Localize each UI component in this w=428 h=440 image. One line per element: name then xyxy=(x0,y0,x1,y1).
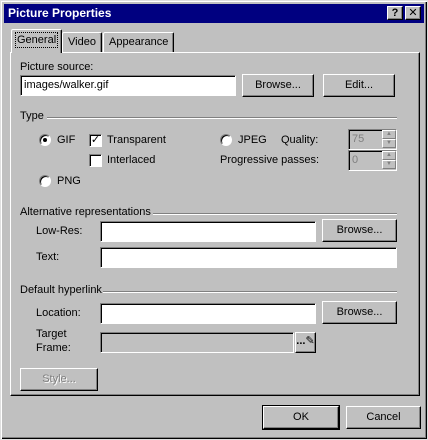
tab-appearance-label: Appearance xyxy=(109,36,169,48)
interlaced-label: Interlaced xyxy=(107,154,156,166)
quality-spinner[interactable]: 75 ▲ ▼ xyxy=(348,129,397,150)
tab-appearance[interactable]: Appearance xyxy=(103,32,175,52)
ok-button[interactable]: OK xyxy=(262,405,340,430)
title-bar: Picture Properties ? ✕ xyxy=(4,4,424,23)
transparent-checkbox[interactable]: ✓ xyxy=(89,134,102,147)
close-icon: ✕ xyxy=(408,7,418,19)
cancel-button[interactable]: Cancel xyxy=(346,406,421,429)
low-res-browse-button[interactable]: Browse... xyxy=(322,219,397,242)
gif-radio-label: GIF xyxy=(57,134,76,146)
target-frame-edit-button[interactable]: ...✎ xyxy=(295,332,316,353)
tab-video[interactable]: Video xyxy=(62,32,102,52)
transparent-label: Transparent xyxy=(107,134,166,146)
location-browse-button[interactable]: Browse... xyxy=(322,301,397,324)
alternative-representations-label: Alternative representations xyxy=(20,206,151,218)
progressive-passes-spinner[interactable]: 0 ▲ ▼ xyxy=(348,150,397,171)
close-button[interactable]: ✕ xyxy=(405,6,421,20)
spin-down-icon[interactable]: ▼ xyxy=(382,139,396,148)
picture-source-input[interactable]: images/walker.gif xyxy=(20,75,236,96)
alternative-group-divider xyxy=(153,213,397,215)
quality-label: Quality: xyxy=(281,134,319,146)
help-button[interactable]: ? xyxy=(387,6,403,20)
png-radio-label: PNG xyxy=(57,175,81,187)
interlaced-checkbox[interactable] xyxy=(89,154,102,167)
gif-radio[interactable] xyxy=(39,134,51,146)
jpeg-radio[interactable] xyxy=(220,134,232,146)
tab-general[interactable]: General xyxy=(11,29,63,53)
type-group-label: Type xyxy=(20,110,44,122)
default-hyperlink-label: Default hyperlink xyxy=(20,284,102,296)
jpeg-radio-label: JPEG xyxy=(238,134,267,146)
target-frame-label-line2: Frame: xyxy=(36,342,71,354)
spin-down-icon[interactable]: ▼ xyxy=(382,160,396,169)
png-radio[interactable] xyxy=(39,175,51,187)
hyperlink-group-divider xyxy=(103,291,397,293)
picture-source-edit-button[interactable]: Edit... xyxy=(323,74,395,97)
text-label: Text: xyxy=(36,251,60,263)
picture-source-label: Picture source: xyxy=(20,61,94,73)
progressive-passes-value: 0 xyxy=(352,154,359,166)
progressive-passes-label: Progressive passes: xyxy=(220,154,320,166)
pencil-icon: ✎ xyxy=(305,335,315,347)
alt-text-input[interactable] xyxy=(100,247,397,268)
target-frame-label-line1: Target xyxy=(36,328,67,340)
picture-source-browse-button[interactable]: Browse... xyxy=(242,74,314,97)
tab-video-label: Video xyxy=(68,36,96,48)
checkmark-icon: ✓ xyxy=(90,134,101,146)
window-title: Picture Properties xyxy=(8,6,112,20)
style-button[interactable]: Style... xyxy=(20,368,98,391)
spin-up-icon[interactable]: ▲ xyxy=(382,130,396,139)
tab-general-label: General xyxy=(14,32,59,48)
location-label: Location: xyxy=(36,307,81,319)
picture-properties-dialog: Picture Properties ? ✕ General Video App… xyxy=(0,0,428,440)
type-group-divider xyxy=(47,117,397,119)
quality-value: 75 xyxy=(352,133,365,145)
low-res-input[interactable] xyxy=(100,221,316,242)
location-input[interactable] xyxy=(100,303,316,324)
spin-up-icon[interactable]: ▲ xyxy=(382,151,396,160)
low-res-label: Low-Res: xyxy=(36,225,83,237)
target-frame-input[interactable] xyxy=(100,332,294,353)
